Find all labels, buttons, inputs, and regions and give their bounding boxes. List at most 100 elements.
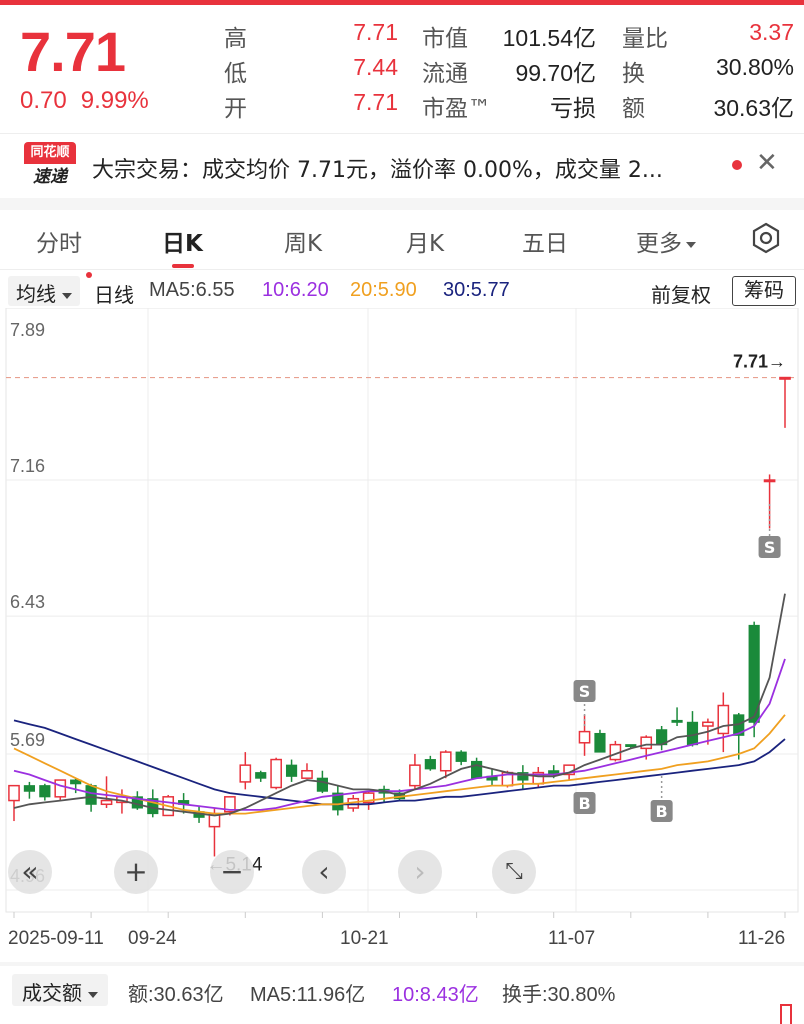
- chips-button[interactable]: 筹码: [732, 276, 796, 306]
- ma10-line: [13, 658, 786, 811]
- chevron-down-icon: [62, 292, 72, 299]
- zoom-out-far-icon[interactable]: «: [8, 850, 52, 894]
- price-change: 0.70 9.99%: [20, 87, 163, 115]
- tab-weekly-k[interactable]: 周K: [284, 224, 322, 258]
- settings-icon[interactable]: [750, 222, 782, 254]
- candle-body: [763, 479, 776, 483]
- float-cap-value: 99.70亿: [515, 60, 596, 86]
- open-label: 开: [224, 96, 247, 122]
- scroll-right-icon[interactable]: ›: [398, 850, 442, 894]
- candle-body: [85, 785, 97, 805]
- active-tab-indicator: [172, 264, 194, 268]
- tab-monthly-k[interactable]: 月K: [406, 224, 444, 258]
- candle-body: [39, 785, 51, 798]
- ma5-line: [13, 593, 786, 817]
- candle-body: [717, 704, 730, 735]
- volume-turnover: 换手:30.80%: [502, 984, 616, 1006]
- volume-ma5: MA5:11.96亿: [250, 984, 366, 1006]
- candle-body: [779, 376, 791, 380]
- chevron-down-icon: [88, 991, 98, 998]
- candle-body: [686, 721, 699, 746]
- candle-body: [471, 760, 483, 779]
- news-logo: 同花顺 速递: [24, 142, 76, 190]
- period-label: 日线: [94, 285, 134, 307]
- market-cap-value: 101.54亿: [502, 25, 596, 51]
- candle-body: [285, 764, 298, 777]
- candle-body: [23, 785, 36, 792]
- ma-selector-label: 均线: [16, 284, 56, 306]
- volume-bar: [780, 1004, 792, 1024]
- tab-daily-k[interactable]: 日K: [162, 224, 203, 258]
- news-text[interactable]: 大宗交易：成交均价 7.71元，溢价率 0.00%，成交量 2...: [92, 152, 722, 184]
- turnover-label: 换: [622, 61, 645, 87]
- x-axis-label: 2025-09-11: [8, 928, 104, 949]
- ma-legend-row: 均线 日线 MA5:6.55 10:6.20 20:5.90 30:5.77 前…: [0, 276, 804, 308]
- ma5-value: MA5:6.55: [149, 279, 235, 301]
- trade-marker-label: S: [579, 682, 591, 701]
- candle-body: [255, 772, 267, 779]
- adjust-mode[interactable]: 前复权: [651, 279, 711, 308]
- candle-body: [424, 759, 436, 770]
- market-cap-label: 市值: [422, 26, 468, 52]
- y-tick-label: 7.89: [10, 320, 45, 340]
- tab-more-label: 更多: [636, 231, 682, 257]
- news-logo-bottom: 速递: [33, 167, 67, 187]
- x-axis-label: 10-21: [340, 928, 389, 949]
- chart-frame: [5, 308, 799, 913]
- trade-marker-label: B: [656, 802, 668, 821]
- ma10-value: 10:6.20: [262, 279, 329, 301]
- turnover-value: 30.80%: [715, 54, 794, 80]
- candle-body: [455, 751, 467, 762]
- volume-indicator-selector[interactable]: 成交额: [12, 974, 108, 1006]
- volume-selector-label: 成交额: [22, 983, 82, 1005]
- trade-marker-label: B: [578, 794, 590, 813]
- volume-legend-row: 成交额 额:30.63亿 MA5:11.96亿 10:8.43亿 换手:30.8…: [0, 966, 804, 1014]
- period-tabs: 分时 日K 周K 月K 五日 更多: [0, 210, 804, 270]
- scroll-left-icon[interactable]: ‹: [302, 850, 346, 894]
- candle-body: [578, 730, 591, 744]
- candle-body: [625, 744, 637, 748]
- tab-more[interactable]: 更多: [636, 224, 696, 258]
- volume-ma10: 10:8.43亿: [392, 984, 479, 1006]
- candle-body: [316, 777, 328, 792]
- candle-body: [671, 719, 683, 723]
- trade-marker-label: S: [764, 538, 776, 557]
- open-value: 7.71: [353, 89, 398, 115]
- x-axis-label: 09-24: [128, 928, 177, 949]
- pe-value: 亏损: [550, 95, 596, 121]
- tab-intraday[interactable]: 分时: [36, 224, 82, 258]
- close-icon[interactable]: ✕: [756, 148, 778, 178]
- low-label: 低: [224, 61, 247, 87]
- unread-dot-icon: [732, 160, 742, 170]
- ma30-value: 30:5.77: [443, 279, 510, 301]
- y-tick-label: 7.16: [10, 456, 45, 476]
- candle-body: [640, 736, 653, 750]
- candle-body: [100, 799, 113, 806]
- news-ticker[interactable]: 同花顺 速递 大宗交易：成交均价 7.71元，溢价率 0.00%，成交量 2..…: [0, 134, 804, 198]
- candle-body: [270, 758, 282, 789]
- candle-body: [8, 784, 20, 802]
- y-tick-label: 5.69: [10, 730, 45, 750]
- candle-body: [439, 751, 452, 772]
- fullscreen-icon[interactable]: ⤡: [492, 850, 536, 894]
- tab-five-day[interactable]: 五日: [522, 224, 568, 258]
- high-label: 高: [224, 26, 247, 52]
- zoom-out-icon[interactable]: −: [210, 850, 254, 894]
- amount-label: 额: [622, 96, 645, 122]
- zoom-in-icon[interactable]: +: [114, 850, 158, 894]
- last-price-marker: 7.71→: [733, 352, 786, 372]
- x-axis-label: 11-07: [548, 928, 595, 949]
- volume-amount: 额:30.63亿: [128, 984, 224, 1006]
- float-cap-label: 流通: [422, 61, 468, 87]
- y-tick-label: 6.43: [10, 592, 45, 612]
- last-price: 7.71: [20, 20, 126, 83]
- x-axis-label: 11-26: [738, 928, 785, 949]
- change-percent: 9.99%: [80, 87, 149, 114]
- amount-value: 30.63亿: [713, 95, 794, 121]
- volume-ratio-label: 量比: [622, 26, 668, 52]
- ma-selector[interactable]: 均线: [8, 276, 80, 306]
- candle-body: [301, 769, 313, 779]
- ma20-value: 20:5.90: [350, 279, 417, 301]
- quote-panel: 7.71 0.70 9.99% 高 7.71 市值 101.54亿 量比 3.37…: [0, 5, 804, 133]
- news-logo-top: 同花顺: [24, 142, 76, 164]
